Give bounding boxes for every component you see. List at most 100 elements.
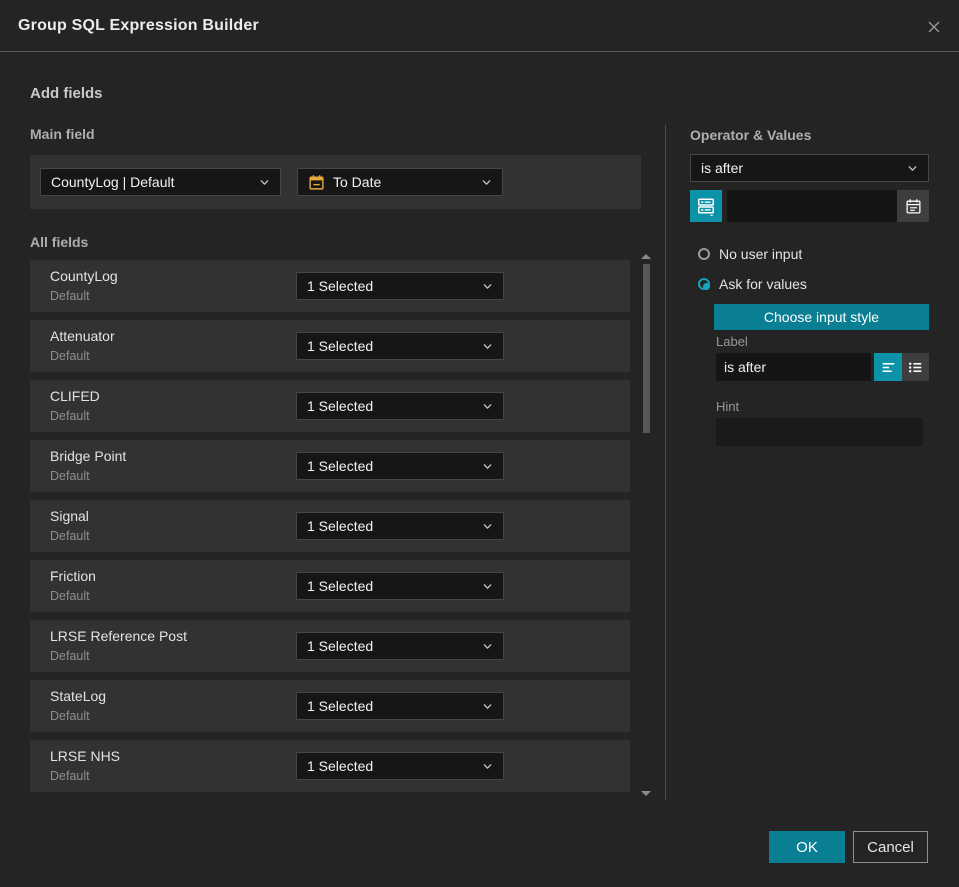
date-type-dropdown[interactable]: To Date bbox=[297, 168, 503, 196]
field-subtitle: Default bbox=[50, 289, 90, 303]
hint-field-label: Hint bbox=[716, 399, 740, 414]
value-source-button[interactable] bbox=[690, 190, 722, 222]
field-subtitle: Default bbox=[50, 649, 90, 663]
field-selection-dropdown[interactable]: 1 Selected bbox=[296, 572, 504, 600]
field-subtitle: Default bbox=[50, 769, 90, 783]
field-subtitle: Default bbox=[50, 589, 90, 603]
chevron-down-icon bbox=[483, 763, 492, 769]
close-button[interactable] bbox=[925, 18, 943, 36]
chevron-down-icon bbox=[483, 403, 492, 409]
bullet-list-icon bbox=[909, 362, 922, 372]
chevron-down-icon bbox=[260, 179, 269, 185]
date-picker-button[interactable] bbox=[897, 190, 929, 222]
field-selection-dropdown[interactable]: 1 Selected bbox=[296, 692, 504, 720]
scrollbar-thumb[interactable] bbox=[643, 264, 650, 433]
hint-input[interactable] bbox=[716, 418, 923, 446]
chevron-down-icon bbox=[482, 179, 491, 185]
scrollbar-down-arrow[interactable] bbox=[641, 791, 651, 796]
field-selection-value: 1 Selected bbox=[307, 578, 374, 594]
field-selection-value: 1 Selected bbox=[307, 518, 374, 534]
group-sql-expression-builder-dialog: Group SQL Expression Builder Add fields … bbox=[0, 0, 959, 887]
stacked-values-icon bbox=[698, 198, 715, 216]
radio-circle[interactable] bbox=[698, 278, 710, 290]
cancel-button[interactable]: Cancel bbox=[853, 831, 928, 863]
calendar-icon bbox=[308, 174, 325, 191]
field-selection-dropdown[interactable]: 1 Selected bbox=[296, 752, 504, 780]
field-row: Friction Default 1 Selected bbox=[30, 560, 630, 612]
field-selection-dropdown[interactable]: 1 Selected bbox=[296, 632, 504, 660]
field-row: StateLog Default 1 Selected bbox=[30, 680, 630, 732]
operator-dropdown-value: is after bbox=[701, 160, 744, 176]
chevron-down-icon bbox=[908, 165, 917, 171]
label-field-label: Label bbox=[716, 334, 748, 349]
field-row: CLIFED Default 1 Selected bbox=[30, 380, 630, 432]
field-name: Bridge Point bbox=[50, 448, 127, 464]
radio-no-user-input[interactable]: No user input bbox=[698, 246, 802, 262]
field-selection-value: 1 Selected bbox=[307, 458, 374, 474]
field-name: LRSE Reference Post bbox=[50, 628, 187, 644]
field-selection-dropdown[interactable]: 1 Selected bbox=[296, 452, 504, 480]
field-name: CountyLog bbox=[50, 268, 118, 284]
field-selection-value: 1 Selected bbox=[307, 638, 374, 654]
ok-button[interactable]: OK bbox=[769, 831, 845, 863]
radio-ask-for-values-label: Ask for values bbox=[719, 276, 807, 292]
choose-input-style-button[interactable]: Choose input style bbox=[714, 304, 929, 330]
main-field-dropdown-value: CountyLog | Default bbox=[51, 174, 175, 190]
field-selection-dropdown[interactable]: 1 Selected bbox=[296, 512, 504, 540]
main-field-dropdown[interactable]: CountyLog | Default bbox=[40, 168, 281, 196]
chevron-down-icon bbox=[483, 463, 492, 469]
chevron-down-icon bbox=[483, 283, 492, 289]
chevron-down-icon bbox=[483, 583, 492, 589]
label-input[interactable] bbox=[716, 353, 871, 381]
dialog-title: Group SQL Expression Builder bbox=[18, 16, 259, 34]
chevron-down-icon bbox=[483, 643, 492, 649]
chevron-down-icon bbox=[483, 343, 492, 349]
field-subtitle: Default bbox=[50, 469, 90, 483]
value-input[interactable] bbox=[727, 190, 897, 222]
field-name: LRSE NHS bbox=[50, 748, 121, 764]
field-selection-value: 1 Selected bbox=[307, 758, 374, 774]
field-name: StateLog bbox=[50, 688, 107, 704]
radio-circle[interactable] bbox=[698, 248, 710, 260]
field-row: CountyLog Default 1 Selected bbox=[30, 260, 630, 312]
single-value-style-button[interactable] bbox=[874, 353, 902, 381]
field-subtitle: Default bbox=[50, 349, 90, 363]
add-fields-heading: Add fields bbox=[30, 85, 103, 102]
operator-dropdown[interactable]: is after bbox=[690, 154, 929, 182]
list-value-style-button[interactable] bbox=[902, 353, 929, 381]
field-subtitle: Default bbox=[50, 409, 90, 423]
field-name: Attenuator bbox=[50, 328, 115, 344]
field-name: Friction bbox=[50, 568, 96, 584]
main-field-label: Main field bbox=[30, 126, 95, 142]
field-name: CLIFED bbox=[50, 388, 100, 404]
field-row: LRSE Reference Post Default 1 Selected bbox=[30, 620, 630, 672]
field-subtitle: Default bbox=[50, 529, 90, 543]
main-field-strip: CountyLog | Default To Date bbox=[30, 155, 641, 209]
date-type-dropdown-value: To Date bbox=[333, 174, 382, 190]
chevron-down-icon bbox=[483, 523, 492, 529]
all-fields-label: All fields bbox=[30, 234, 89, 250]
operator-values-heading: Operator & Values bbox=[690, 127, 812, 143]
field-selection-value: 1 Selected bbox=[307, 338, 374, 354]
calendar-icon bbox=[905, 198, 921, 214]
title-bar: Group SQL Expression Builder bbox=[0, 0, 959, 52]
align-left-lines-icon bbox=[882, 362, 894, 372]
field-selection-value: 1 Selected bbox=[307, 698, 374, 714]
all-fields-list: CountyLog Default 1 Selected Attenuator … bbox=[30, 260, 630, 800]
radio-ask-for-values[interactable]: Ask for values bbox=[698, 276, 807, 292]
field-row: Bridge Point Default 1 Selected bbox=[30, 440, 630, 492]
field-selection-dropdown[interactable]: 1 Selected bbox=[296, 392, 504, 420]
field-row: Signal Default 1 Selected bbox=[30, 500, 630, 552]
panel-divider bbox=[665, 125, 666, 800]
close-icon bbox=[928, 21, 940, 33]
field-selection-dropdown[interactable]: 1 Selected bbox=[296, 332, 504, 360]
field-selection-value: 1 Selected bbox=[307, 398, 374, 414]
field-row: LRSE NHS Default 1 Selected bbox=[30, 740, 630, 792]
field-subtitle: Default bbox=[50, 709, 90, 723]
field-selection-dropdown[interactable]: 1 Selected bbox=[296, 272, 504, 300]
field-selection-value: 1 Selected bbox=[307, 278, 374, 294]
field-name: Signal bbox=[50, 508, 89, 524]
scrollbar-up-arrow[interactable] bbox=[641, 254, 651, 259]
radio-no-user-input-label: No user input bbox=[719, 246, 803, 262]
field-row: Attenuator Default 1 Selected bbox=[30, 320, 630, 372]
